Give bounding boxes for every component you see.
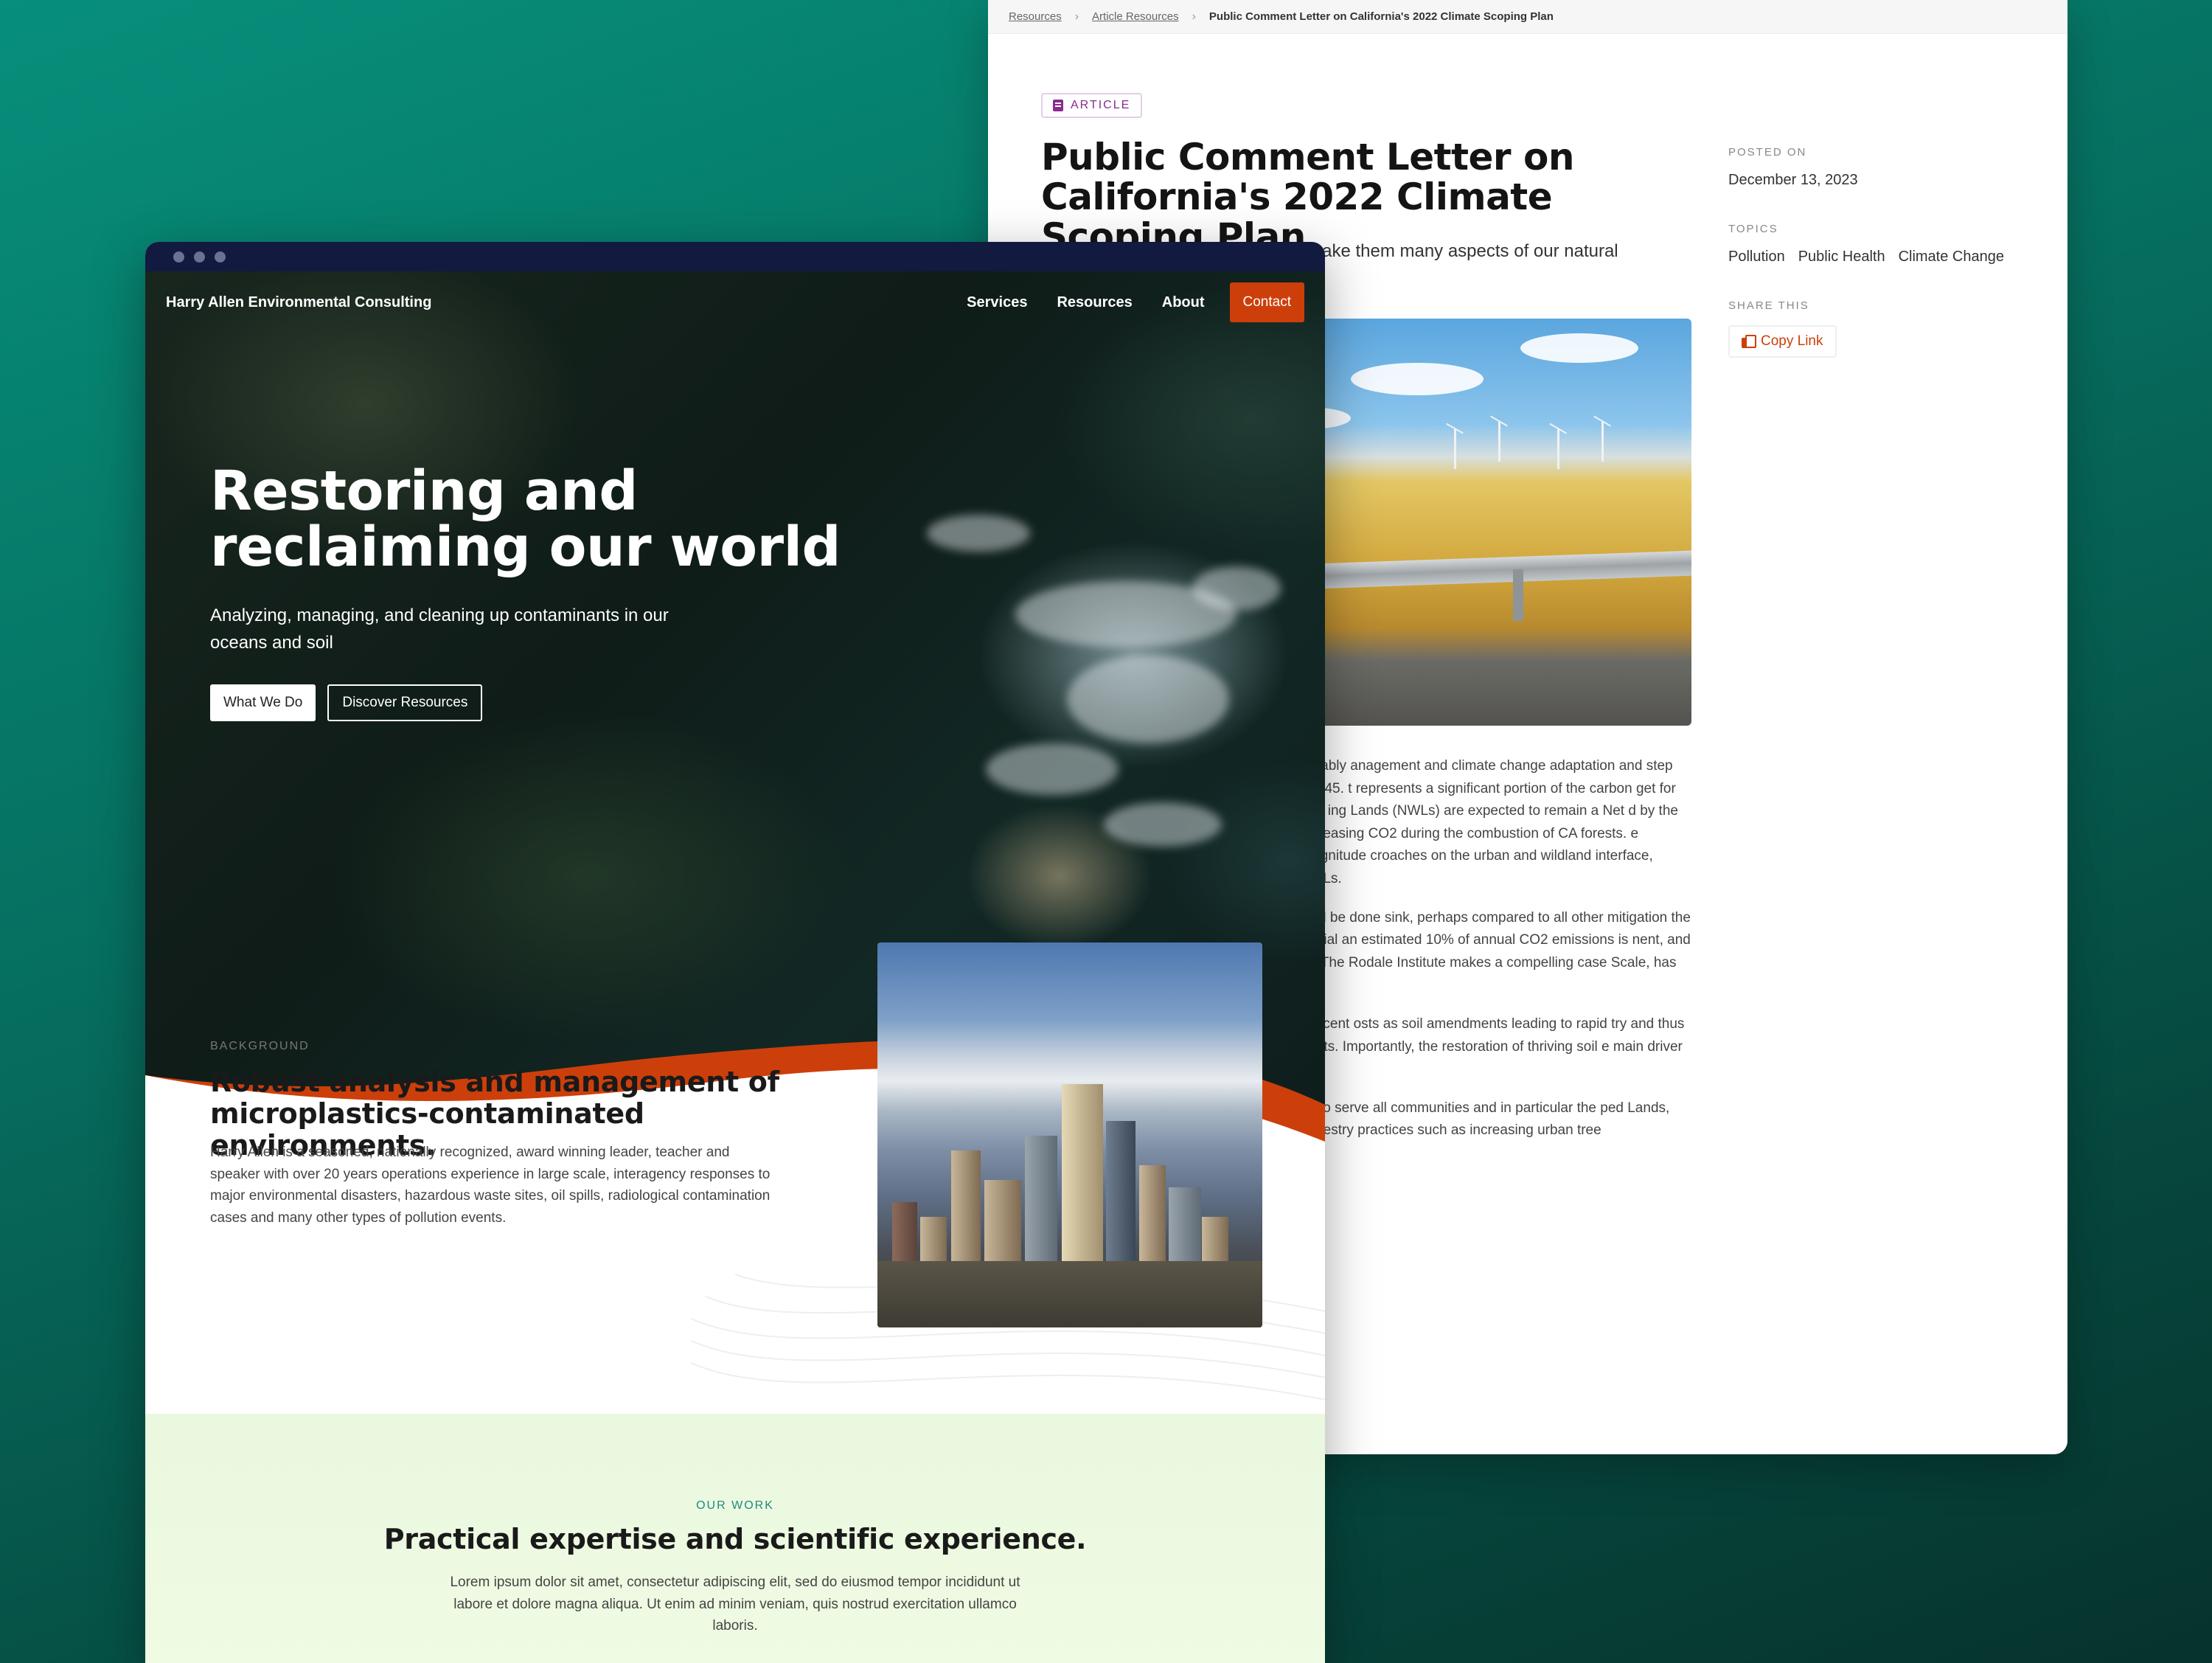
our-work-text: Lorem ipsum dolor sit amet, consectetur …: [450, 1575, 1020, 1634]
our-work-eyebrow: OUR WORK: [696, 1499, 774, 1512]
article-badge: ARTICLE: [1041, 93, 1143, 118]
topic-climate-change[interactable]: Climate Change: [1899, 249, 2004, 265]
copy-link-label: Copy Link: [1761, 333, 1823, 349]
posted-on-label: POSTED ON: [1728, 146, 1807, 159]
window-chrome: [145, 242, 1325, 271]
topics-list: Pollution Public Health Climate Change: [1728, 249, 2038, 265]
hero-subtitle: Analyzing, managing, and cleaning up con…: [210, 605, 669, 653]
breadcrumb-current: Public Comment Letter on California's 20…: [1208, 10, 1554, 23]
city-skyline-image: [877, 942, 1262, 1327]
breadcrumb: Resources › Article Resources › Public C…: [988, 0, 2067, 34]
breadcrumb-link-resources[interactable]: Resources: [1009, 10, 1062, 23]
top-navigation: Harry Allen Environmental Consulting Ser…: [145, 271, 1325, 333]
article-sidebar: POSTED ON December 13, 2023 TOPICS Pollu…: [1728, 146, 2038, 358]
window-dot-icon[interactable]: [173, 251, 184, 263]
nav-link-resources[interactable]: Resources: [1057, 294, 1132, 311]
brand-logo[interactable]: Harry Allen Environmental Consulting: [166, 294, 431, 311]
what-we-do-button[interactable]: What We Do: [210, 684, 316, 721]
contact-button[interactable]: Contact: [1229, 282, 1304, 322]
topic-public-health[interactable]: Public Health: [1798, 249, 1885, 265]
document-icon: [1053, 100, 1063, 111]
chevron-right-icon: ›: [1192, 10, 1196, 23]
window-dot-icon[interactable]: [194, 251, 205, 263]
breadcrumb-link-article-resources[interactable]: Article Resources: [1092, 10, 1179, 23]
copy-icon: [1742, 335, 1756, 348]
home-window: Harry Allen Environmental Consulting Ser…: [145, 242, 1325, 1663]
copy-link-button[interactable]: Copy Link: [1728, 325, 1837, 358]
our-work-section: OUR WORK Practical expertise and scienti…: [145, 1414, 1325, 1663]
topics-label: TOPICS: [1728, 223, 1778, 235]
posted-on-date: December 13, 2023: [1728, 172, 1858, 188]
our-work-title: Practical expertise and scientific exper…: [383, 1523, 1087, 1555]
hero-title: Restoring and reclaiming our world: [210, 459, 841, 579]
chevron-right-icon: ›: [1074, 10, 1079, 23]
nav-link-about[interactable]: About: [1162, 294, 1205, 311]
background-eyebrow: BACKGROUND: [210, 1040, 310, 1052]
share-label: SHARE THIS: [1728, 299, 1809, 312]
hero-actions: What We Do Discover Resources: [210, 684, 483, 721]
nav-links: Services Resources About Contact: [967, 282, 1304, 322]
topic-pollution[interactable]: Pollution: [1728, 249, 1785, 265]
discover-resources-button[interactable]: Discover Resources: [327, 684, 483, 721]
background-text: Harry Allen is a seasoned, nationally re…: [210, 1145, 771, 1226]
window-dot-icon[interactable]: [215, 251, 226, 263]
article-badge-label: ARTICLE: [1071, 99, 1131, 111]
nav-link-services[interactable]: Services: [967, 294, 1027, 311]
